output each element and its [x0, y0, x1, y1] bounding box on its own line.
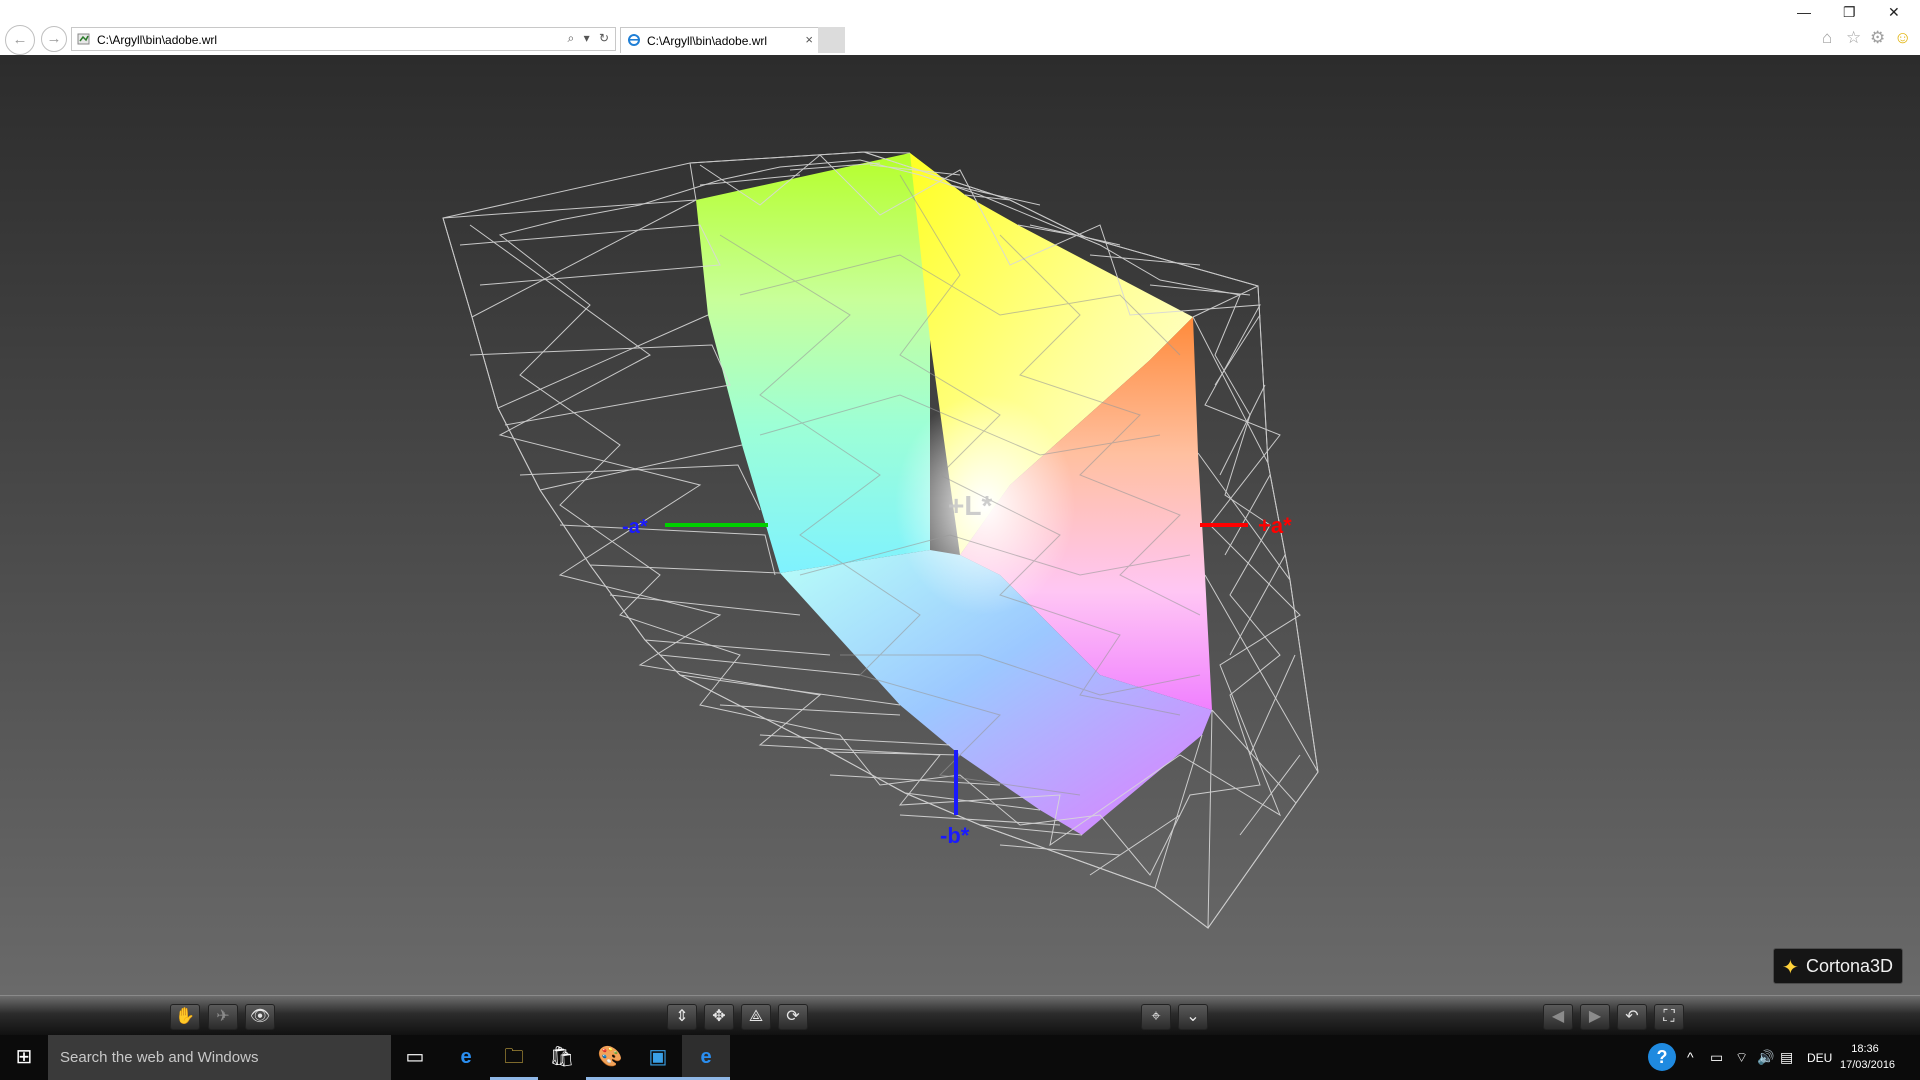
- pan-hand-icon: ✋: [175, 1008, 195, 1025]
- plus-a-label: +a*: [1258, 513, 1292, 538]
- store-button[interactable]: 🛍: [538, 1035, 586, 1080]
- cortona-star-icon: ✦: [1782, 957, 1799, 979]
- forward-arrow-icon: →: [46, 30, 62, 47]
- paint-icon: 🎨: [597, 1046, 623, 1068]
- next-viewpoint-icon: ▶: [1588, 1008, 1602, 1025]
- taskbar-clock[interactable]: 18:36 17/03/2016: [1840, 1041, 1896, 1073]
- action-center-icon[interactable]: ▤: [1780, 1049, 1793, 1066]
- edge-button[interactable]: e: [442, 1035, 490, 1080]
- browser-chrome: ← → C:\Argyll\bin\adobe.wrl ⌕ ▾ ↻ C:\Arg…: [0, 0, 1920, 55]
- clock-date: 17/03/2016: [1840, 1059, 1896, 1071]
- straighten-button[interactable]: ⌄: [1178, 1004, 1208, 1030]
- forward-button[interactable]: →: [41, 26, 67, 52]
- windows-taskbar: ⊞ Search the web and Windows ▭ e 🗀 🛍 🎨 ▣…: [0, 1035, 1920, 1080]
- help-question-mark: ?: [1656, 1047, 1668, 1067]
- elevate-arrow-icon: ⇕: [675, 1008, 689, 1025]
- fly-button[interactable]: ✈: [208, 1004, 238, 1030]
- gamut-3d-scene[interactable]: -a* +a* -b* +L*: [0, 55, 1920, 995]
- study-eye-icon: 👁: [249, 1008, 271, 1025]
- next-viewpoint-button[interactable]: ▶: [1580, 1004, 1610, 1030]
- plane-move-icon: ✥: [712, 1008, 726, 1025]
- app-window-icon: ▣: [648, 1046, 668, 1068]
- clock-time: 18:36: [1851, 1043, 1879, 1055]
- feedback-smiley-icon[interactable]: ☺: [1894, 28, 1911, 48]
- align-target-icon: ⌖: [1151, 1008, 1161, 1025]
- app-window-button[interactable]: ▣: [634, 1035, 682, 1080]
- file-explorer-button[interactable]: 🗀: [490, 1035, 538, 1080]
- new-tab-button[interactable]: [818, 27, 845, 53]
- minus-b-label: -b*: [940, 823, 970, 848]
- edge-icon: e: [460, 1046, 472, 1068]
- settings-gear-icon[interactable]: ⚙: [1870, 28, 1885, 48]
- rotate-icon: ⟳: [786, 1008, 800, 1025]
- help-icon[interactable]: ?: [1648, 1043, 1676, 1071]
- tilt-icon: ⟁: [748, 1008, 764, 1025]
- windows-logo-icon: ⊞: [15, 1046, 33, 1068]
- fit-view-icon: ⛶: [1663, 1008, 1675, 1025]
- restore-button[interactable]: ❐: [1843, 4, 1856, 21]
- paint-button[interactable]: 🎨: [586, 1035, 634, 1080]
- chevron-down-icon[interactable]: ▾: [584, 31, 590, 45]
- battery-icon[interactable]: ▭: [1710, 1049, 1723, 1066]
- address-tools: ⌕ ▾ ↻: [561, 31, 609, 46]
- wrl-file-icon: [77, 33, 90, 45]
- prev-viewpoint-icon: ◀: [1551, 1008, 1565, 1025]
- elevate-button[interactable]: ⇕: [667, 1004, 697, 1030]
- task-view-button[interactable]: ▭: [391, 1035, 439, 1080]
- pan-button[interactable]: ✋: [170, 1004, 200, 1030]
- home-icon[interactable]: ⌂: [1822, 28, 1832, 48]
- internet-explorer-button[interactable]: e: [682, 1035, 730, 1080]
- study-button[interactable]: 👁: [245, 1004, 275, 1030]
- minimize-button[interactable]: —: [1797, 4, 1811, 20]
- volume-icon[interactable]: 🔊: [1757, 1049, 1774, 1066]
- file-explorer-icon: 🗀: [504, 1046, 524, 1068]
- viewer-toolbar: ✋ ✈ 👁 ⇕ ✥ ⟁ ⟳ ⌖ ⌄ ◀ ▶ ↶ ⛶: [0, 995, 1920, 1035]
- address-bar[interactable]: C:\Argyll\bin\adobe.wrl ⌕ ▾ ↻: [71, 27, 616, 51]
- task-view-icon: ▭: [405, 1046, 425, 1068]
- prev-viewpoint-button[interactable]: ◀: [1543, 1004, 1573, 1030]
- favorites-icon[interactable]: ☆: [1846, 28, 1861, 48]
- taskbar-search-box[interactable]: Search the web and Windows: [48, 1035, 391, 1080]
- network-wifi-icon[interactable]: ⌔: [1735, 1049, 1748, 1067]
- address-url[interactable]: C:\Argyll\bin\adobe.wrl: [97, 33, 217, 47]
- tab-adobe-wrl[interactable]: C:\Argyll\bin\adobe.wrl ×: [620, 27, 820, 53]
- cortona-logo-text: Cortona3D: [1806, 956, 1894, 976]
- internet-explorer-icon: e: [700, 1046, 712, 1068]
- straighten-icon: ⌄: [1186, 1008, 1200, 1025]
- minus-a-label: -a*: [622, 516, 648, 538]
- tab-close-icon[interactable]: ×: [805, 32, 813, 47]
- fit-view-button[interactable]: ⛶: [1654, 1004, 1684, 1030]
- close-window-button[interactable]: ✕: [1888, 4, 1900, 21]
- start-button[interactable]: ⊞: [0, 1035, 48, 1080]
- restore-view-icon: ↶: [1625, 1008, 1639, 1025]
- tab-title: C:\Argyll\bin\adobe.wrl: [647, 34, 768, 48]
- store-icon: 🛍: [549, 1046, 575, 1068]
- show-hidden-icons-chevron-icon[interactable]: ^: [1687, 1049, 1694, 1065]
- tilt-button[interactable]: ⟁: [741, 1004, 771, 1030]
- plus-l-label: +L*: [948, 490, 992, 521]
- refresh-icon[interactable]: ↻: [599, 31, 609, 45]
- taskbar-search-placeholder: Search the web and Windows: [60, 1049, 259, 1066]
- vrml-viewer[interactable]: -a* +a* -b* +L* ✦ Cortona3D: [0, 55, 1920, 995]
- rotate-button[interactable]: ⟳: [778, 1004, 808, 1030]
- fly-plane-icon: ✈: [216, 1008, 230, 1025]
- search-icon[interactable]: ⌕: [567, 31, 574, 45]
- back-arrow-icon: ←: [12, 31, 28, 48]
- restore-view-button[interactable]: ↶: [1617, 1004, 1647, 1030]
- back-button[interactable]: ←: [5, 25, 35, 55]
- ie-tab-icon: [628, 34, 640, 46]
- input-language[interactable]: DEU: [1807, 1051, 1832, 1065]
- cortona3d-logo[interactable]: ✦ Cortona3D: [1773, 948, 1903, 984]
- plane-move-button[interactable]: ✥: [704, 1004, 734, 1030]
- align-button[interactable]: ⌖: [1141, 1004, 1171, 1030]
